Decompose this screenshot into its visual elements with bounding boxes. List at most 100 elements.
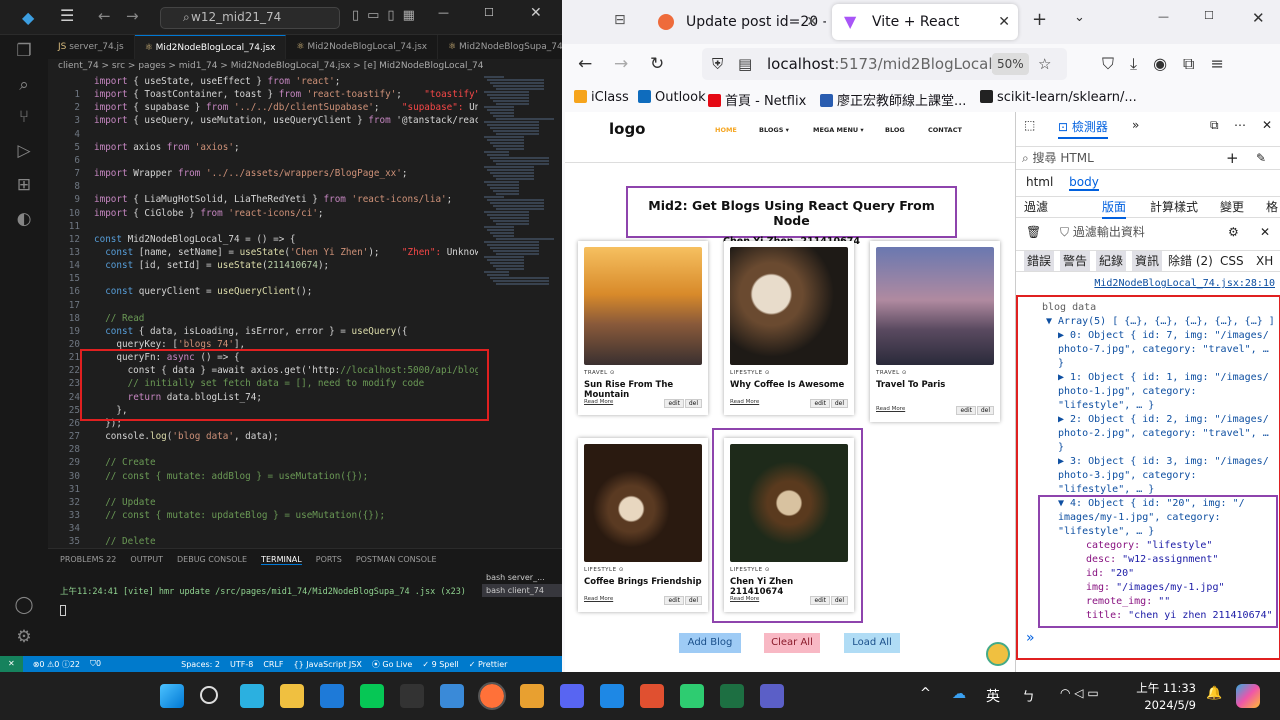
nav-item[interactable]: MEGA MENU ▾ xyxy=(813,126,864,134)
eyedropper-icon[interactable]: ✎ xyxy=(1256,147,1266,169)
edit-button[interactable]: edit xyxy=(664,399,684,408)
close-icon[interactable]: ✕ xyxy=(1252,9,1265,27)
code-line[interactable]: // Read xyxy=(94,313,144,324)
bookmark-item[interactable]: iClass xyxy=(574,90,629,105)
panel-tab[interactable]: POSTMAN CONSOLE xyxy=(356,555,437,565)
delete-button[interactable]: del xyxy=(684,596,702,605)
maximize-icon[interactable]: ☐ xyxy=(1204,9,1214,22)
remote-indicator[interactable]: ✕ xyxy=(0,656,23,672)
tab-blog-local[interactable]: ⚛ Mid2NodeBlogLocal_74.jsx xyxy=(134,35,287,59)
terminal-server[interactable]: bash server_... xyxy=(482,571,562,584)
floating-avatar[interactable] xyxy=(986,642,1010,666)
code-line[interactable]: // Update xyxy=(94,497,155,508)
explorer-icon[interactable]: ❐ xyxy=(14,41,34,61)
toolbar-icons[interactable]: ⛉⤓◉⧉≡ xyxy=(1102,54,1240,74)
excel-icon[interactable] xyxy=(720,684,744,708)
style-tab[interactable]: 格 xyxy=(1266,197,1278,217)
console-input[interactable]: » xyxy=(1026,630,1035,646)
code-line[interactable]: const [id, setId] = useState(211410674); xyxy=(94,260,329,271)
panel-tab[interactable]: PROBLEMS 22 xyxy=(60,555,116,565)
status-item[interactable]: ⛉0 xyxy=(90,659,101,669)
run-debug-icon[interactable]: ▷ xyxy=(14,141,34,161)
load-all-button[interactable]: Load All xyxy=(844,633,900,653)
tab-blog-local-2[interactable]: ⚛ Mid2NodeBlogLocal_74.jsx xyxy=(286,35,439,59)
edge-icon[interactable] xyxy=(240,684,264,708)
back-icon[interactable]: ← xyxy=(578,54,592,74)
vscode-icon[interactable] xyxy=(320,684,344,708)
tab-list-icon[interactable]: ⊟ xyxy=(614,12,626,28)
status-item[interactable]: ⦿ Go Live xyxy=(372,659,413,670)
add-node-icon[interactable]: + xyxy=(1226,147,1239,169)
tab-overflow-icon[interactable]: ⌄ xyxy=(1074,10,1085,25)
remote-icon[interactable]: ◐ xyxy=(14,209,34,229)
extensions-icon[interactable]: ⊞ xyxy=(14,175,34,195)
log-level-toggle[interactable]: 紀錄 xyxy=(1096,251,1127,271)
teams-icon[interactable] xyxy=(760,684,784,708)
trash-icon[interactable]: 🗑 xyxy=(1026,225,1041,239)
edit-button[interactable]: edit xyxy=(664,596,684,605)
style-tab[interactable]: 計算樣式 xyxy=(1150,197,1198,217)
edit-button[interactable]: edit xyxy=(810,399,830,408)
ime-icon[interactable]: ㄅ xyxy=(1022,686,1035,705)
command-search[interactable]: ⌕ w12_mid21_74 xyxy=(160,7,340,29)
log-level-toggle[interactable]: 除錯 (2) xyxy=(1168,251,1213,271)
panel-tab[interactable]: OUTPUT xyxy=(130,555,163,565)
url-bar[interactable]: ⛨ ▤ localhost:5173/mid2BlogLocal_74 50% … xyxy=(702,48,1067,80)
new-tab-icon[interactable]: + xyxy=(1032,9,1047,30)
close-devtools-icon[interactable]: ✕ xyxy=(1262,118,1272,132)
bookmark-item[interactable]: scikit-learn/sklearn/... xyxy=(980,90,1137,105)
code-line[interactable]: import { useState, useEffect } from 'rea… xyxy=(94,76,340,87)
input-language[interactable]: 英 xyxy=(986,686,1000,706)
style-tab[interactable]: 變更 xyxy=(1220,197,1244,217)
zoom-level[interactable]: 50% xyxy=(992,53,1029,75)
panel-tab[interactable]: DEBUG CONSOLE xyxy=(177,555,247,565)
firefox-icon[interactable] xyxy=(478,682,506,710)
clock[interactable]: 上午 11:33 2024/5/9 xyxy=(1136,680,1196,712)
code-line[interactable]: import { CiGlobe } from 'react-icons/ci'… xyxy=(94,208,324,219)
bookmark-item[interactable]: 首頁 - Netflix xyxy=(708,90,806,109)
tray-chevron-icon[interactable]: ^ xyxy=(920,686,931,701)
app-icon[interactable] xyxy=(680,684,704,708)
chrome-icon[interactable] xyxy=(520,684,544,708)
blog-card[interactable]: TRAVEL ⊙ Travel To Paris Read More edit del xyxy=(870,241,1000,422)
read-more-link[interactable]: Read More xyxy=(584,399,613,405)
add-blog-button[interactable]: Add Blog xyxy=(679,633,741,653)
console-settings-icon[interactable]: ⚙ xyxy=(1228,222,1239,242)
code-line[interactable]: const Mid2NodeBlogLocal_74 = () => { xyxy=(94,234,296,245)
log-level-toggle[interactable]: 錯誤 xyxy=(1024,251,1055,271)
maximize-icon[interactable]: ☐ xyxy=(484,6,494,19)
app-icon[interactable] xyxy=(600,684,624,708)
crumb-html[interactable]: html xyxy=(1026,175,1053,189)
inspector-tab[interactable]: ⊡ 檢測器 xyxy=(1058,118,1108,139)
menu-icon[interactable]: ☰ xyxy=(60,6,74,25)
layout-icons[interactable]: ▯▭▯▦ xyxy=(352,8,423,23)
read-more-link[interactable]: Read More xyxy=(730,399,759,405)
search-icon[interactable]: ⌕ xyxy=(14,75,34,95)
edit-button[interactable]: edit xyxy=(956,406,976,415)
status-item[interactable]: UTF-8 xyxy=(230,660,253,669)
code-line[interactable]: const queryClient = useQueryClient(); xyxy=(94,286,312,297)
copilot-icon[interactable] xyxy=(1236,684,1260,708)
discord-icon[interactable] xyxy=(560,684,584,708)
search-icon[interactable] xyxy=(200,686,218,704)
read-more-link[interactable]: Read More xyxy=(876,406,905,412)
read-more-link[interactable]: Read More xyxy=(584,596,613,602)
notification-bell-icon[interactable]: 🔔 xyxy=(1206,686,1222,701)
forward-icon[interactable]: → xyxy=(126,7,139,25)
filter-input[interactable]: ⛉ 過濾輸出資料 xyxy=(1060,222,1145,242)
network-icon[interactable]: ◠ ◁ ▭ xyxy=(1060,686,1099,700)
style-tab[interactable]: 版面 xyxy=(1102,197,1127,219)
code-editor[interactable]: import { useState, useEffect } from 'rea… xyxy=(48,74,478,548)
settings-gear-icon[interactable]: ⚙ xyxy=(14,627,34,647)
blog-card[interactable]: LIFESTYLE ⊙ Why Coffee Is Awesome Read Mor… xyxy=(724,241,854,415)
options-icon[interactable]: ⋯ xyxy=(1234,118,1246,132)
crumb-body[interactable]: body xyxy=(1069,175,1099,191)
start-icon[interactable] xyxy=(160,684,184,708)
pick-element-icon[interactable]: ⬚ xyxy=(1024,118,1035,132)
close-icon[interactable]: ✕ xyxy=(530,5,542,21)
status-item[interactable]: {} JavaScript JSX xyxy=(294,660,362,669)
code-line[interactable]: // Create xyxy=(94,457,155,468)
minimap[interactable] xyxy=(480,74,554,548)
code-line[interactable]: import { useQuery, useMutation, useQuery… xyxy=(94,115,478,126)
delete-button[interactable]: del xyxy=(684,399,702,408)
